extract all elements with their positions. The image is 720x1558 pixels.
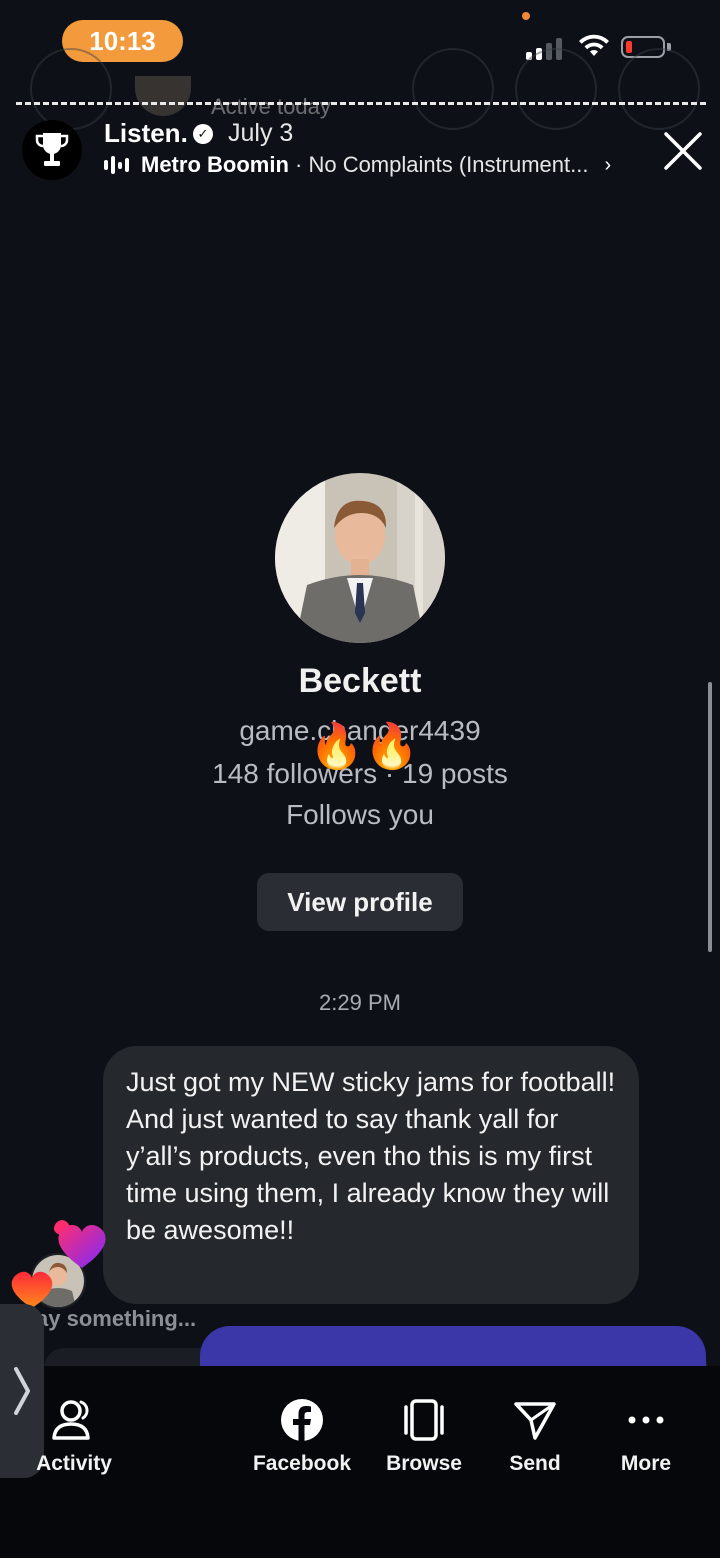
message-timestamp: 2:29 PM bbox=[319, 990, 401, 1015]
nav-label: Activity bbox=[36, 1452, 112, 1475]
facebook-icon bbox=[281, 1399, 323, 1441]
nav-facebook-button[interactable]: Facebook bbox=[247, 1398, 357, 1476]
purple-heart-icon bbox=[53, 1220, 106, 1268]
nav-more-button[interactable]: More bbox=[591, 1398, 701, 1476]
more-icon bbox=[628, 1416, 664, 1424]
chevron-down-icon bbox=[618, 48, 700, 130]
trophy-icon bbox=[35, 133, 69, 166]
music-attribution[interactable]: Metro Boomin · No Complaints (Instrument… bbox=[104, 152, 611, 178]
nav-label: Facebook bbox=[252, 1452, 352, 1475]
background-chat-header: Active today bbox=[0, 48, 720, 130]
fire-sticker-icon: 🔥 bbox=[364, 722, 419, 771]
story-progress-bar bbox=[16, 102, 706, 105]
activity-icon bbox=[52, 1400, 90, 1440]
mic-indicator-icon bbox=[522, 12, 530, 20]
music-track: No Complaints (Instrument... bbox=[308, 152, 589, 177]
nav-browse-button[interactable]: Browse bbox=[369, 1398, 479, 1476]
profile-avatar[interactable] bbox=[275, 473, 445, 643]
nav-label: More bbox=[620, 1452, 672, 1475]
follows-you-label: Follows you bbox=[286, 799, 434, 830]
message-text: Just got my NEW sticky jams for football… bbox=[126, 1067, 616, 1245]
nav-label: Send bbox=[509, 1452, 561, 1475]
profile-name: Beckett bbox=[298, 662, 422, 700]
nav-label: Browse bbox=[386, 1452, 462, 1475]
nav-activity-button[interactable]: Activity bbox=[19, 1398, 129, 1476]
message-bubble[interactable]: Just got my NEW sticky jams for football… bbox=[103, 1046, 639, 1304]
browse-icon bbox=[404, 1399, 444, 1441]
back-icon bbox=[30, 48, 112, 130]
emoji-icon bbox=[412, 48, 494, 130]
send-icon bbox=[514, 1402, 556, 1440]
chevron-right-icon: › bbox=[604, 153, 612, 176]
story-account-name[interactable]: Listen. bbox=[104, 118, 188, 149]
fire-sticker-icon: 🔥 bbox=[309, 722, 364, 771]
music-artist: Metro Boomin bbox=[141, 152, 289, 177]
scrollbar[interactable] bbox=[708, 682, 712, 952]
verified-badge-icon: ✓ bbox=[193, 124, 213, 144]
close-icon[interactable] bbox=[660, 128, 706, 174]
profile-photo-image bbox=[275, 473, 445, 643]
music-separator: · bbox=[288, 152, 309, 177]
avatar bbox=[135, 76, 191, 116]
view-profile-button[interactable]: View profile bbox=[257, 873, 463, 931]
story-account-avatar[interactable] bbox=[22, 120, 82, 180]
video-off-icon bbox=[515, 48, 597, 130]
music-bars-icon bbox=[104, 156, 129, 174]
nav-send-button[interactable]: Send bbox=[480, 1398, 590, 1476]
active-status: Active today bbox=[211, 94, 331, 119]
story-date: July 3 bbox=[228, 119, 294, 147]
wifi-icon bbox=[579, 34, 609, 56]
reply-placeholder[interactable]: ay something... bbox=[36, 1306, 196, 1332]
